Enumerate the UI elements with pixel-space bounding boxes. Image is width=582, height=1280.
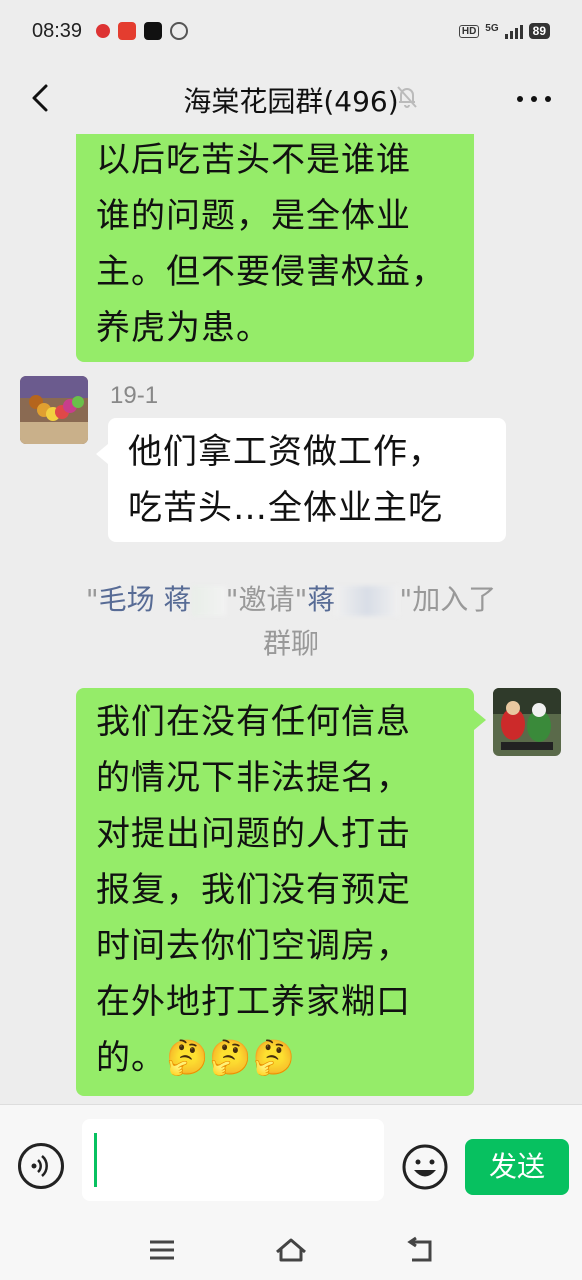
more-dots-icon[interactable]: [514, 86, 554, 112]
back-nav-icon[interactable]: [402, 1232, 438, 1268]
message-line: 时间去你们空调房，: [96, 926, 411, 966]
system-text-line2: 群聊: [262, 627, 319, 660]
network-label: 5G: [485, 23, 499, 34]
app-notification-icon: [170, 22, 189, 40]
send-button[interactable]: 发送: [465, 1139, 569, 1195]
bell-off-icon: [397, 86, 417, 108]
message-line: 主。但不要侵害权益，: [96, 252, 446, 292]
system-nav-bar: [0, 1224, 582, 1280]
outgoing-message[interactable]: 我们在没有任何信息 的情况下非法提名， 对提出问题的人打击 报复，我们没有预定 …: [76, 688, 474, 1096]
message-line: 报复，我们没有预定: [96, 870, 411, 910]
incoming-message[interactable]: 他们拿工资做工作， 吃苦头…全体业主吃: [108, 418, 506, 542]
message-line: 我们在没有任何信息: [96, 702, 411, 742]
system-text: "邀请": [225, 583, 308, 616]
status-time: 08:39: [32, 19, 83, 42]
hd-icon: HD: [458, 24, 480, 38]
invitee-name[interactable]: 蒋: [307, 583, 335, 616]
avatar[interactable]: [20, 376, 88, 444]
message-line: 对提出问题的人打击: [96, 814, 411, 854]
bubble-tail: [96, 444, 108, 464]
message-list[interactable]: 以后吃苦头不是谁谁 谁的问题，是全体业 主。但不要侵害权益， 养虎为患。 19-…: [0, 134, 582, 1104]
message-input[interactable]: [82, 1119, 384, 1201]
app-notification-icon: [96, 24, 111, 38]
chat-header: 海棠花园群(496): [0, 62, 582, 134]
inviter-name[interactable]: 毛场 蒋: [99, 583, 192, 616]
message-line: 的。🤔🤔🤔: [96, 1038, 297, 1078]
message-line: 在外地打工养家糊口: [96, 982, 411, 1022]
menu-icon[interactable]: [144, 1232, 180, 1268]
status-bar: 08:39 HD 5G 89: [0, 0, 582, 62]
tiktok-icon: [144, 22, 163, 40]
my-avatar[interactable]: [493, 688, 561, 756]
message-line: 养虎为患。: [96, 308, 271, 348]
bubble-tail: [474, 710, 486, 730]
home-icon[interactable]: [273, 1232, 309, 1268]
signal-icon: [504, 23, 523, 39]
text-caret: [94, 1133, 97, 1187]
message-line: 谁的问题，是全体业: [96, 196, 411, 236]
news-app-icon: [118, 22, 137, 40]
system-text: "加入了: [399, 583, 497, 616]
sender-name: 19-1: [110, 382, 159, 409]
battery-icon: 89: [528, 23, 550, 39]
message-line: 以后吃苦头不是谁谁: [96, 140, 411, 180]
outgoing-message[interactable]: 以后吃苦头不是谁谁 谁的问题，是全体业 主。但不要侵害权益， 养虎为患。: [76, 134, 474, 362]
message-line: 吃苦头…全体业主吃: [128, 488, 443, 528]
input-bar: 发送: [0, 1104, 582, 1224]
notification-icons: [96, 22, 189, 40]
system-quote: ": [85, 583, 99, 616]
system-message: "毛场 蒋 "邀请"蒋 "加入了 群聊: [40, 578, 542, 666]
system-icons: HD 5G 89: [458, 23, 550, 39]
message-line: 的情况下非法提名，: [96, 758, 411, 798]
message-line: 他们拿工资做工作，: [128, 432, 443, 472]
emoji-icon[interactable]: [401, 1143, 449, 1191]
voice-icon[interactable]: [18, 1143, 64, 1189]
chat-title[interactable]: 海棠花园群(496): [0, 80, 582, 120]
